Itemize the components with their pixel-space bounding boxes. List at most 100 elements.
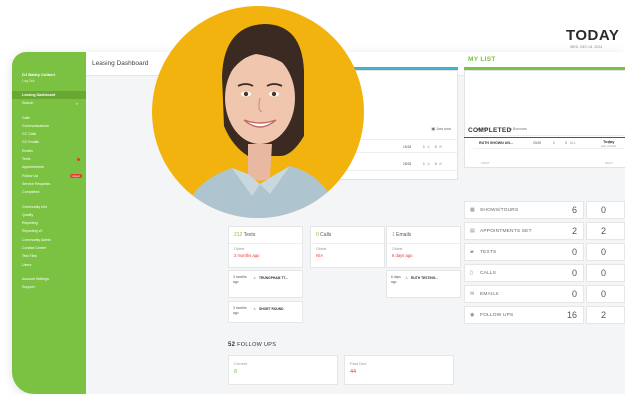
sidebar-item-label: Emails (22, 148, 33, 153)
text-thread-item[interactable]: 3 months ago ♙ SHORT ROUND (228, 301, 303, 323)
sidebar-item-label: Reporting (22, 221, 38, 226)
sidebar-item-label: Completed (22, 190, 40, 195)
logout-link[interactable]: Log Out (22, 79, 86, 83)
person-illustration (182, 24, 340, 218)
sidebar-item-label: Service Requests (22, 181, 51, 186)
completed-row-all: 0 (571, 268, 577, 278)
sidebar-item-label: Community Admin (22, 237, 52, 242)
sidebar-item-label: Texts (22, 157, 31, 162)
sidebar-item-quality[interactable]: Quality (22, 211, 86, 219)
completed-row[interactable]: ▦ SHOWS/TOURS 6 (464, 201, 584, 219)
completed-row-mine: 0 (586, 243, 625, 261)
sidebar-item-cc-emails[interactable]: CC Emails (22, 138, 86, 146)
completed-row[interactable]: ▰ TEXTS 0 (464, 243, 584, 261)
completed-row-label: TEXTS (480, 250, 497, 255)
mail-icon: ✉ (470, 291, 475, 297)
sidebar-item-label: Calls (22, 115, 30, 120)
my-list-title: MY LIST (468, 56, 496, 63)
sidebar-item-completed[interactable]: Completed (22, 188, 86, 196)
sidebar-item-search[interactable]: Search ⌕ (22, 99, 86, 107)
completed-row[interactable]: ▯ CALLS 0 (464, 264, 584, 282)
person-icon: ♙ (253, 307, 256, 311)
sidebar-item-label: CC Calls (22, 132, 37, 137)
building-icon: ▦ (470, 207, 475, 213)
completed-row-label: CALLS (480, 271, 497, 276)
person-icon: ♙ (253, 276, 256, 280)
completed-row-label: APPOINTMENTS SET (480, 229, 532, 234)
followups-past-due-card[interactable]: Past Due 44 (344, 355, 454, 385)
text-thread-item[interactable]: 3 months ago ♙ TRUNGPHAM TT... (228, 270, 303, 298)
completed-row[interactable]: ◉ FOLLOW UPS 16 (464, 306, 584, 324)
sidebar-nav: Leasing Dashboard Search ⌕ Calls Communicati… (12, 91, 86, 292)
sidebar-item-emails[interactable]: Emails (22, 147, 86, 155)
completed-row-mine: 0 (586, 264, 625, 282)
sidebar-item-community-info[interactable]: Community Info (22, 203, 86, 211)
person-icon: ♙ (427, 162, 430, 166)
filter-bonuses[interactable]: ◉ Bonuses (509, 127, 527, 131)
sidebar-item-follow-up[interactable]: Follow Up Urgent (22, 172, 86, 180)
sidebar-item-label: Communications (22, 123, 49, 128)
completed-row-all: 2 (571, 226, 577, 236)
completed-row-label: SHOWS/TOURS (480, 208, 519, 213)
sidebar-item-community-admin[interactable]: Community Admin (22, 236, 86, 244)
sidebar-item-label: Leasing Dashboard (22, 93, 56, 97)
sidebar-item-communications[interactable]: Communications (22, 122, 86, 130)
divider (464, 137, 625, 138)
sidebar-item-label: Quality (22, 212, 34, 217)
today-heading: TODAY (566, 27, 620, 44)
completed-title: COMPLETED (468, 127, 512, 134)
sidebar-item-label: Search (22, 101, 34, 106)
email-thread-item[interactable]: 6 days ago ♙ RUTH TESTING... (386, 270, 461, 298)
marketing-image: DJ Bailey Colbert Log Out Leasing Dashbo… (0, 0, 625, 394)
completed-row-mine: 2 (586, 222, 625, 240)
sidebar-item-label: CC Emails (22, 140, 39, 145)
completed-row-me: 0 (601, 205, 607, 215)
mail-icon: ✉ (439, 145, 442, 149)
completed-row[interactable]: ▤ APPOINTMENTS SET 2 (464, 222, 584, 240)
sidebar-item-leasing-dashboard[interactable]: Leasing Dashboard (12, 91, 86, 100)
sidebar-item-label: Reporting v2 (22, 229, 43, 234)
sidebar-item-label: Account Settings (22, 276, 49, 281)
completed-row[interactable]: ✉ EMAILS 0 (464, 285, 584, 303)
sidebar-item-test-tiles[interactable]: Test Tiles (22, 252, 86, 260)
sidebar-item-service-requests[interactable]: Service Requests (22, 180, 86, 188)
person-icon: ♙ (405, 276, 408, 280)
sidebar-item-label: Support (22, 285, 35, 290)
portrait-photo (152, 6, 364, 218)
completed-row-label: FOLLOW UPS (480, 313, 514, 318)
sidebar-item-reporting[interactable]: Reporting (22, 219, 86, 227)
sidebar-item-label: Follow Up (22, 173, 38, 178)
completed-row-me: 2 (601, 226, 607, 236)
sidebar: DJ Bailey Colbert Log Out Leasing Dashbo… (12, 52, 86, 394)
followups-current-card[interactable]: Current 8 (228, 355, 338, 385)
calendar-icon: ▤ (470, 228, 475, 234)
completed-row-me: 0 (601, 268, 607, 278)
sidebar-item-reporting-v2[interactable]: Reporting v2 (22, 227, 86, 235)
calls-card[interactable]: 0 Calls Oldest N/A (310, 226, 385, 268)
sidebar-item-label: Test Tiles (22, 254, 37, 259)
sidebar-item-support[interactable]: Support (22, 283, 86, 291)
my-list-panel: ◉ Lists ◉ Bonuses RUTH SHOWN UN... 20/20… (464, 70, 625, 168)
sidebar-item-contact-center[interactable]: Contact Center (22, 244, 86, 252)
today-date: WED, DEC 04, 2024 (570, 45, 603, 49)
sidebar-item-cc-calls[interactable]: CC Calls (22, 130, 86, 138)
completed-row-me: 0 (601, 247, 607, 257)
sidebar-item-texts[interactable]: Texts (22, 155, 86, 163)
sidebar-item-appointments[interactable]: Appointments (22, 163, 86, 171)
completed-row-all: 16 (566, 310, 577, 320)
texts-card[interactable]: 212 Texts Oldest 3 months ago (228, 226, 303, 268)
completed-row-label: EMAILS (480, 292, 499, 297)
sidebar-item-calls[interactable]: Calls (22, 114, 86, 122)
sidebar-item-label: Appointments (22, 165, 44, 170)
phone-icon: ▯ (470, 270, 473, 276)
emails-card[interactable]: 1 Emails Oldest 6 days ago (386, 226, 461, 268)
refresh-action[interactable]: ▣ Just now (431, 126, 451, 131)
person-icon: ♙ (427, 145, 430, 149)
search-icon: ⌕ (75, 101, 78, 107)
completed-row-mine: 0 (586, 285, 625, 303)
completed-row-me: 2 (601, 310, 607, 320)
followups-title: 52 FOLLOW UPS (228, 342, 277, 348)
sidebar-item-users[interactable]: Users (22, 261, 86, 269)
sidebar-item-account-settings[interactable]: Account Settings (22, 275, 86, 283)
page-title: Leasing Dashboard (92, 60, 149, 67)
